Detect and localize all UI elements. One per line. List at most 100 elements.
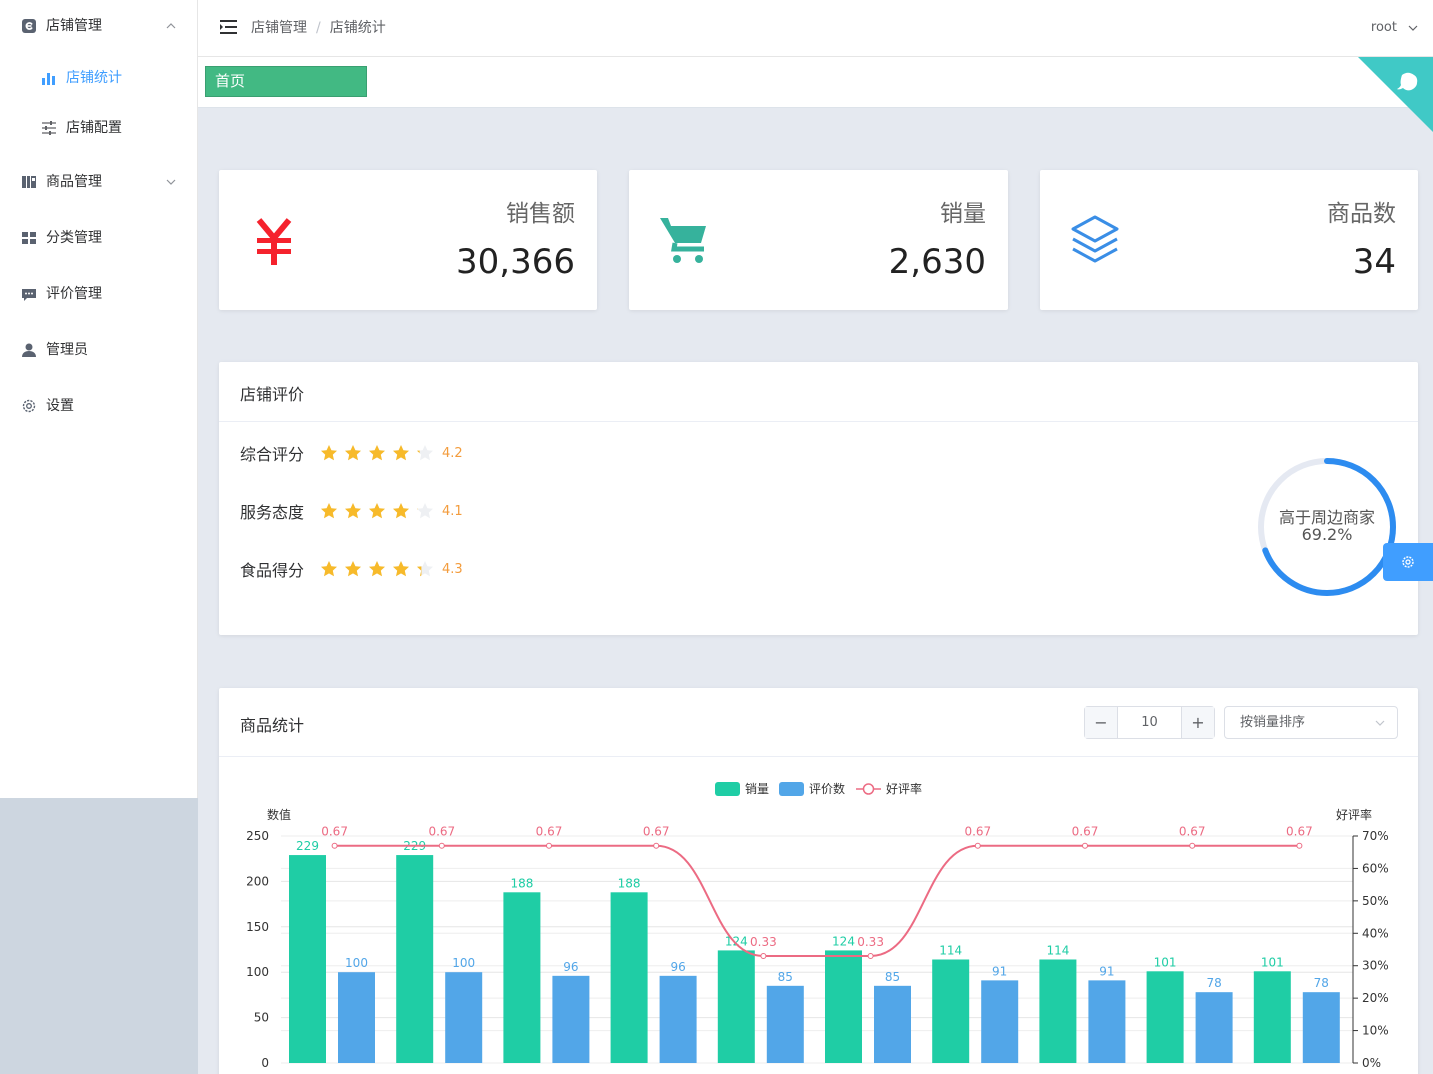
bar[interactable]: [338, 972, 375, 1063]
legend-label[interactable]: 好评率: [886, 781, 922, 796]
bar[interactable]: [503, 892, 541, 1063]
line-value-label: 0.67: [1179, 825, 1206, 839]
chevron-down-icon: [166, 179, 176, 185]
tag-home[interactable]: 首页: [205, 66, 367, 97]
y-right-tick-label: 20%: [1362, 991, 1389, 1005]
legend-marker: [862, 783, 875, 795]
decrement-button[interactable]: −: [1085, 707, 1118, 738]
y-right-tick-label: 60%: [1362, 861, 1389, 875]
line-point[interactable]: [974, 842, 981, 849]
y-tick-label: 0: [261, 1056, 269, 1070]
y-right-tick-label: 10%: [1362, 1024, 1389, 1038]
star-rating: [320, 444, 434, 462]
line-point[interactable]: [546, 842, 552, 849]
y-tick-label: 200: [246, 874, 269, 888]
line-value-label: 0.67: [536, 825, 563, 839]
bar[interactable]: [659, 975, 697, 1063]
divider: [219, 421, 1418, 422]
products-panel: 商品统计 − 10 + 按销量排序 0 50 100 150 200 250 0% 10% 20…: [219, 688, 1418, 1074]
bar[interactable]: [1302, 992, 1340, 1063]
star-icon: [417, 561, 433, 577]
line-point[interactable]: [1189, 842, 1196, 849]
bar-value-label: 100: [452, 956, 475, 970]
sidebar-item-category[interactable]: 分类管理: [0, 218, 197, 258]
bar[interactable]: [1253, 971, 1291, 1063]
rate-label: 综合评分: [240, 445, 305, 464]
tags-bar: 首页: [198, 57, 1433, 108]
bar[interactable]: [766, 985, 804, 1063]
review-panel: 店铺评价 综合评分 4.2 服务态度 4.1 食品得分 4.3 高于周边商家 6…: [219, 362, 1418, 635]
line-value-label: 0.67: [643, 825, 670, 839]
rate-row-food: 食品得分 4.3: [240, 557, 463, 581]
sidebar-item-store-config[interactable]: 店铺配置: [0, 108, 197, 148]
bar[interactable]: [396, 855, 434, 1063]
bar[interactable]: [1195, 992, 1233, 1063]
line-point[interactable]: [1082, 842, 1088, 849]
bar[interactable]: [932, 959, 970, 1063]
bar[interactable]: [610, 892, 648, 1063]
line-point[interactable]: [438, 842, 445, 849]
panel-title: 商品统计: [240, 716, 305, 735]
y-tick-label: 50: [254, 1011, 269, 1025]
layers-icon: [1071, 215, 1119, 263]
bar[interactable]: [981, 980, 1019, 1063]
sidebar-item-admin[interactable]: 管理员: [0, 330, 197, 370]
bar[interactable]: [825, 950, 862, 1063]
bar[interactable]: [1146, 971, 1184, 1063]
github-corner-icon[interactable]: [1358, 57, 1433, 132]
y-tick-label: 150: [246, 920, 269, 934]
stat-title: 销量: [940, 201, 986, 227]
menu-fold-icon[interactable]: [220, 19, 237, 35]
cart-icon: [660, 218, 706, 263]
comment-icon: [22, 289, 36, 301]
y-right-tick-label: 0%: [1362, 1056, 1381, 1070]
bar[interactable]: [445, 972, 483, 1063]
line-value-label: 0.67: [428, 825, 455, 839]
line-value-label: 0.67: [321, 825, 348, 839]
panel-title: 店铺评价: [240, 385, 305, 404]
gear-icon: [1402, 556, 1414, 568]
breadcrumb-item[interactable]: 店铺管理: [251, 20, 307, 36]
sort-select-value: 按销量排序: [1240, 715, 1306, 730]
legend-swatch[interactable]: [715, 782, 740, 796]
bar[interactable]: [1039, 959, 1077, 1063]
line-point[interactable]: [1296, 842, 1303, 849]
line-point[interactable]: [867, 952, 874, 959]
sliders-icon: [42, 121, 56, 135]
bar[interactable]: [1088, 980, 1126, 1063]
line-point[interactable]: [760, 952, 767, 959]
breadcrumb: 店铺管理 / 店铺统计: [251, 20, 386, 36]
star-icon: [417, 445, 433, 461]
rate-row-service: 服务态度 4.1: [240, 499, 463, 523]
line-value-label: 0.67: [1286, 825, 1313, 839]
line-value-label: 0.33: [857, 935, 884, 949]
sidebar-item-goods[interactable]: 商品管理: [0, 162, 197, 202]
sidebar-item-store[interactable]: 店铺管理: [0, 6, 197, 46]
sidebar-item-label: 分类管理: [46, 230, 102, 246]
sidebar-item-settings[interactable]: 设置: [0, 386, 197, 426]
y-tick-label: 250: [246, 829, 269, 843]
bar[interactable]: [717, 950, 755, 1063]
increment-button[interactable]: +: [1181, 707, 1214, 738]
settings-float-button[interactable]: [1383, 543, 1433, 581]
line-point[interactable]: [331, 842, 338, 849]
line-point[interactable]: [653, 842, 660, 849]
bar[interactable]: [874, 985, 911, 1063]
stat-card-goods: 商品数 34: [1040, 170, 1418, 310]
bar[interactable]: [289, 855, 326, 1063]
star-icon: [321, 503, 337, 519]
sidebar-item-store-stats[interactable]: 店铺统计: [0, 58, 197, 98]
bar[interactable]: [552, 975, 590, 1063]
y-right-tick-label: 40%: [1362, 926, 1389, 940]
user-dropdown[interactable]: root: [1371, 18, 1419, 38]
legend-swatch[interactable]: [779, 782, 804, 796]
y-tick-label: 100: [246, 965, 269, 979]
quantity-input[interactable]: 10: [1118, 707, 1181, 738]
y-right-tick-label: 30%: [1362, 959, 1389, 973]
sort-select[interactable]: 按销量排序: [1224, 706, 1398, 739]
stat-value: 34: [1352, 242, 1396, 282]
legend-label[interactable]: 评价数: [809, 781, 845, 796]
sidebar-item-review[interactable]: 评价管理: [0, 274, 197, 314]
legend-label[interactable]: 销量: [745, 782, 769, 796]
username: root: [1370, 20, 1397, 35]
